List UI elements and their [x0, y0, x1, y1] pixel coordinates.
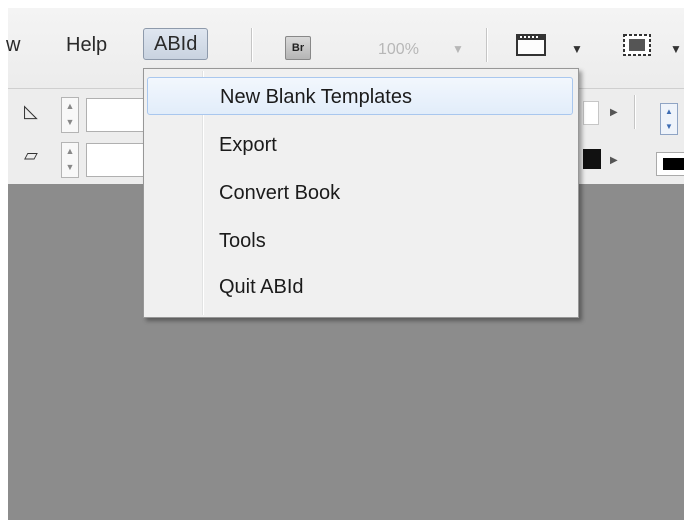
- menu-item-quit-abid[interactable]: Quit ABId: [147, 268, 573, 306]
- separator: [251, 28, 253, 62]
- screen-mode-icon[interactable]: [516, 33, 546, 57]
- fill-swatch[interactable]: [583, 149, 601, 169]
- menu-item-new-blank-templates[interactable]: New Blank Templates: [147, 77, 573, 115]
- menu-item-tools[interactable]: Tools: [147, 222, 573, 260]
- menu-item-convert-book[interactable]: Convert Book: [147, 174, 573, 212]
- value-field[interactable]: [583, 101, 599, 125]
- shear-stepper[interactable]: ▲ ▼: [61, 142, 79, 178]
- separator: [486, 28, 488, 62]
- abid-dropdown-menu: New Blank Templates Export Convert Book …: [143, 68, 579, 318]
- menu-item-export[interactable]: Export: [147, 126, 573, 164]
- bridge-icon[interactable]: Br: [285, 36, 311, 60]
- menu-view[interactable]: w: [6, 34, 20, 57]
- menu-abid[interactable]: ABId: [143, 28, 209, 60]
- shear-icon: ▱: [24, 145, 38, 165]
- menu-help[interactable]: Help: [66, 34, 107, 57]
- chevron-down-icon[interactable]: ▼: [452, 42, 464, 56]
- angle-stepper[interactable]: ▲ ▼: [61, 97, 79, 133]
- arrange-documents-icon[interactable]: [622, 33, 652, 57]
- chevron-right-icon[interactable]: ▶: [610, 107, 618, 118]
- zoom-level[interactable]: 100%: [378, 41, 419, 59]
- chevron-down-icon[interactable]: ▼: [571, 42, 583, 56]
- separator: [634, 95, 636, 129]
- chevron-right-icon[interactable]: ▶: [610, 155, 618, 166]
- stroke-swatch[interactable]: [656, 152, 684, 176]
- angle-icon: ◺: [24, 101, 38, 121]
- chevron-down-icon[interactable]: ▼: [670, 42, 682, 56]
- stroke-stepper[interactable]: ▲ ▼: [660, 103, 678, 135]
